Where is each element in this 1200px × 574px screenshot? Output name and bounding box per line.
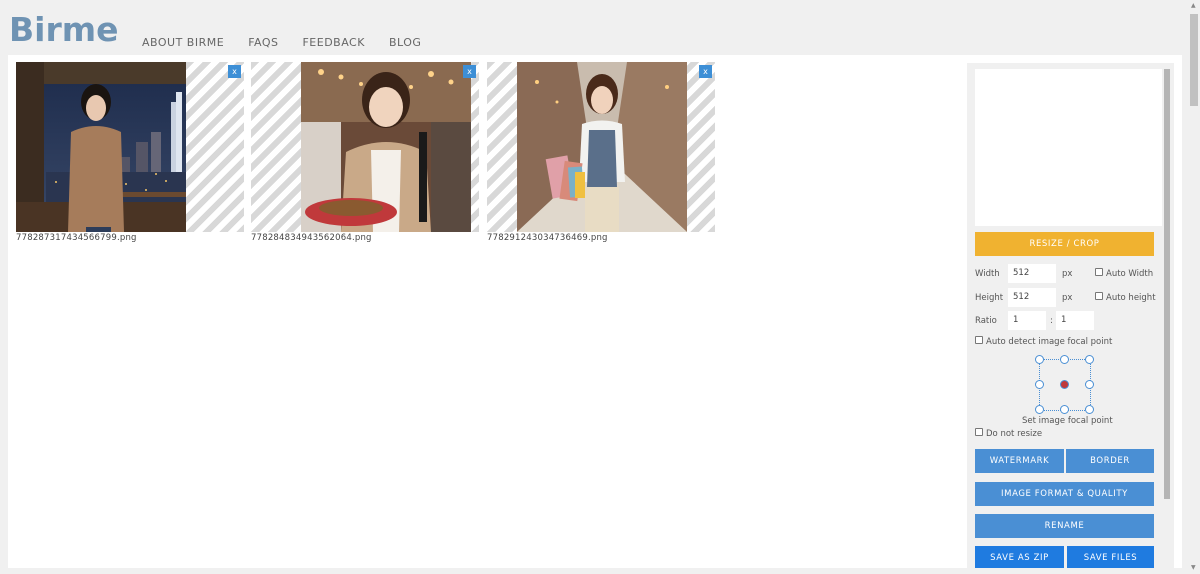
preview-area [975, 69, 1162, 226]
photo-city-night [16, 62, 186, 232]
do-not-resize-label: Do not resize [986, 429, 1043, 439]
image-thumbnail[interactable]: x [16, 62, 244, 232]
logo[interactable]: Birme [9, 10, 119, 50]
auto-width-checkbox[interactable] [1095, 268, 1103, 276]
focal-point-top-left[interactable] [1035, 355, 1044, 364]
focal-point-top-right[interactable] [1085, 355, 1094, 364]
height-input[interactable]: 512 [1008, 288, 1056, 307]
auto-width-label: Auto Width [1106, 269, 1154, 279]
panel-scrollbar-thumb[interactable] [1164, 69, 1170, 499]
remove-image-button[interactable]: x [228, 65, 241, 78]
scroll-down-arrow-icon[interactable]: ▼ [1191, 564, 1196, 571]
rename-button[interactable]: RENAME [975, 514, 1154, 538]
height-unit: px [1062, 293, 1073, 303]
settings-panel: RESIZE / CROP Width 512 px Auto Width He… [967, 63, 1174, 568]
image-filename: 778284834943562064.png [251, 233, 372, 243]
image-filename: 778291243034736469.png [487, 233, 608, 243]
window-scrollbar[interactable]: ▲ ▼ [1188, 0, 1200, 574]
nav-faqs[interactable]: FAQS [248, 36, 278, 49]
remove-image-button[interactable]: x [699, 65, 712, 78]
image-format-quality-button[interactable]: IMAGE FORMAT & QUALITY [975, 482, 1154, 506]
width-label: Width [975, 269, 1000, 279]
scroll-up-arrow-icon[interactable]: ▲ [1191, 2, 1196, 9]
image-filename: 778287317434566799.png [16, 233, 137, 243]
save-as-zip-button[interactable]: SAVE AS ZIP [975, 546, 1064, 568]
focal-point-center[interactable] [1060, 380, 1069, 389]
border-button[interactable]: BORDER [1066, 449, 1154, 473]
main-nav: ABOUT BIRME FAQS FEEDBACK BLOG [142, 36, 445, 49]
width-input[interactable]: 512 [1008, 264, 1056, 283]
focal-point-middle-right[interactable] [1085, 380, 1094, 389]
do-not-resize-checkbox[interactable] [975, 428, 983, 436]
focal-point-grid[interactable] [1035, 355, 1094, 414]
photo-shopping-street [517, 62, 687, 232]
height-label: Height [975, 293, 1004, 303]
auto-focal-label: Auto detect image focal point [986, 337, 1113, 347]
header: Birme ABOUT BIRME FAQS FEEDBACK BLOG [0, 0, 1188, 56]
auto-height-checkbox[interactable] [1095, 292, 1103, 300]
image-workspace: x 778287317434566799.png x 7782848349435… [8, 55, 1182, 568]
watermark-button[interactable]: WATERMARK [975, 449, 1064, 473]
image-thumbnail[interactable]: x [487, 62, 715, 232]
auto-focal-checkbox[interactable] [975, 336, 983, 344]
focal-point-bottom-left[interactable] [1035, 405, 1044, 414]
focal-point-bottom-center[interactable] [1060, 405, 1069, 414]
ratio-label: Ratio [975, 316, 997, 326]
nav-feedback[interactable]: FEEDBACK [302, 36, 364, 49]
ratio-width-input[interactable]: 1 [1008, 311, 1046, 330]
focal-point-middle-left[interactable] [1035, 380, 1044, 389]
focal-point-top-center[interactable] [1060, 355, 1069, 364]
nav-about[interactable]: ABOUT BIRME [142, 36, 224, 49]
focal-point-bottom-right[interactable] [1085, 405, 1094, 414]
save-files-button[interactable]: SAVE FILES [1067, 546, 1154, 568]
ratio-separator: : [1050, 316, 1053, 326]
nav-blog[interactable]: BLOG [389, 36, 421, 49]
resize-crop-button[interactable]: RESIZE / CROP [975, 232, 1154, 256]
remove-image-button[interactable]: x [463, 65, 476, 78]
ratio-height-input[interactable]: 1 [1056, 311, 1094, 330]
image-thumbnail[interactable]: x [251, 62, 479, 232]
set-focal-label: Set image focal point [1022, 416, 1113, 426]
window-scrollbar-thumb[interactable] [1190, 14, 1198, 106]
auto-height-label: Auto height [1106, 293, 1156, 303]
width-unit: px [1062, 269, 1073, 279]
photo-restaurant [301, 62, 471, 232]
